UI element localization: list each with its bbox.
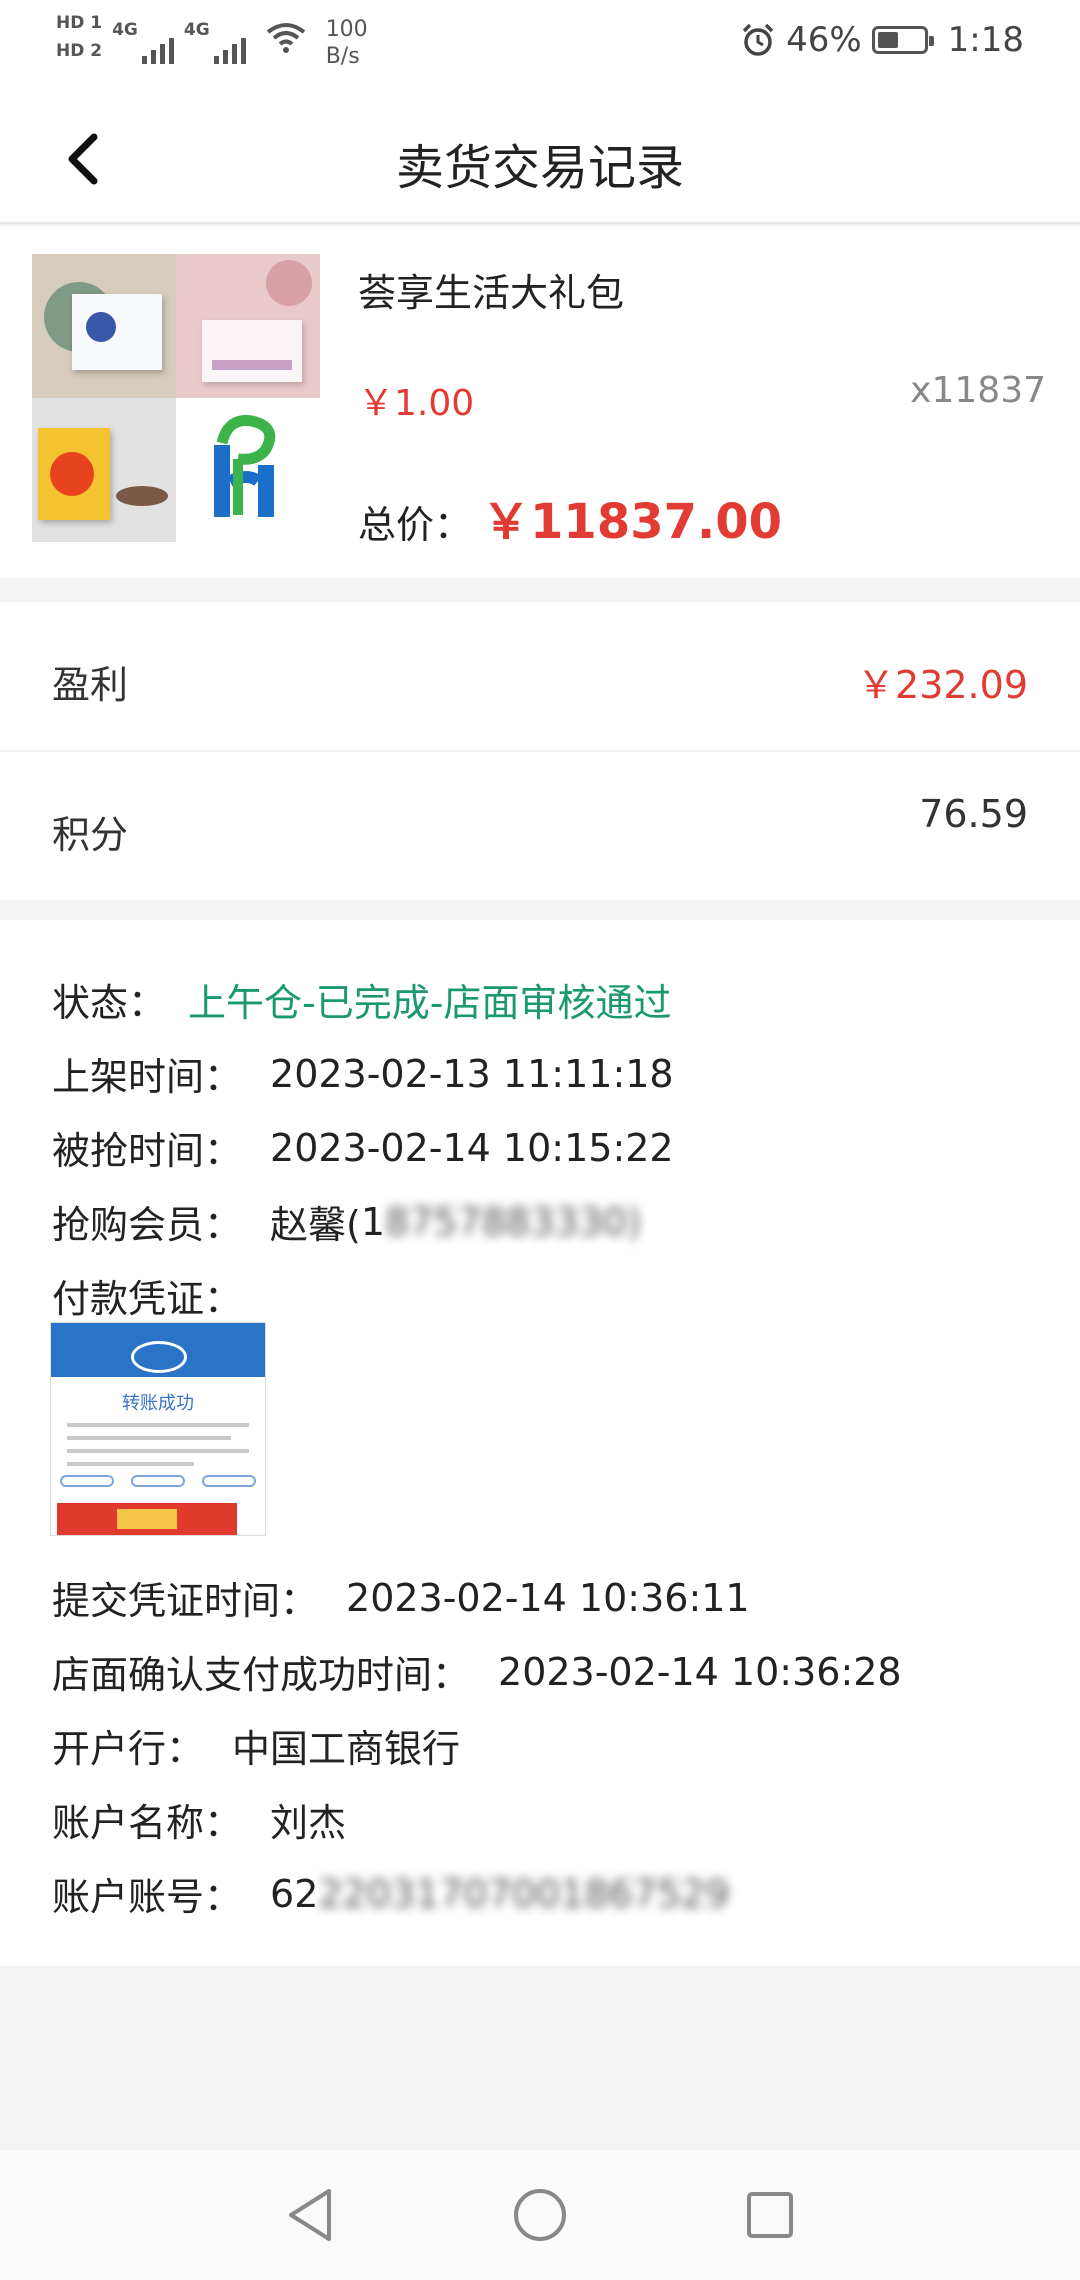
status-line: 状态： 上午仓-已完成-店面审核通过	[52, 972, 671, 1027]
square-recent-icon	[747, 2192, 793, 2238]
product-image-tile	[176, 254, 320, 398]
points-row: 积分 76.59	[0, 752, 1080, 900]
system-navigation-bar	[0, 2150, 1080, 2280]
quantity: x11837	[910, 370, 1046, 411]
status-label: 状态：	[52, 981, 167, 1025]
bank-line: 开户行： 中国工商银行	[52, 1718, 460, 1773]
confirm-time-line: 店面确认支付成功时间： 2023-02-14 10:36:28	[52, 1644, 902, 1699]
brand-logo-icon	[176, 398, 320, 542]
clock: 1:18	[947, 20, 1024, 60]
voucher-success-text: 转账成功	[122, 1393, 194, 1414]
screen: HD 1 HD 2 4G 4G 100 B/s 46% 1:18 卖货交易记录 …	[0, 0, 1080, 2280]
order-details: 状态： 上午仓-已完成-店面审核通过 上架时间： 2023-02-13 11:1…	[0, 920, 1080, 1966]
account-name-line: 账户名称： 刘杰	[52, 1792, 346, 1847]
circle-home-icon	[514, 2189, 566, 2241]
network-type-1: 4G	[112, 20, 138, 40]
points-value: 76.59	[919, 792, 1028, 836]
account-name-value: 刘杰	[270, 1801, 347, 1845]
grabbed-time-line: 被抢时间： 2023-02-14 10:15:22	[52, 1120, 674, 1175]
bank-label: 开户行：	[52, 1727, 205, 1771]
account-number-blurred: 22031707001867529	[318, 1871, 730, 1916]
signal-bars-icon	[141, 38, 174, 64]
profit-label: 盈利	[52, 663, 129, 707]
product-image-tile	[32, 254, 176, 398]
product-card[interactable]: 荟享生活大礼包 ￥1.00 x11837 总价： ￥11837.00	[0, 226, 1080, 578]
network-type-2: 4G	[183, 20, 210, 40]
alarm-icon	[742, 23, 774, 56]
speed-unit: B/s	[325, 44, 360, 69]
status-bar-right: 46% 1:18	[740, 20, 1024, 60]
sim-indicators: HD 1 HD 2	[56, 14, 102, 60]
network-speed: 100 B/s	[326, 16, 368, 70]
total-price-row: 总价： ￥11837.00	[358, 482, 782, 552]
voucher-text-lines	[67, 1423, 249, 1466]
profit-value: ￥232.09	[857, 663, 1028, 707]
submit-time-value: 2023-02-14 10:36:11	[346, 1575, 750, 1620]
sim2-label: HD 2	[56, 41, 103, 61]
voucher-buttons	[51, 1475, 265, 1487]
total-price-value: ￥11837.00	[482, 494, 783, 550]
battery-level	[877, 32, 898, 48]
listed-time-label: 上架时间：	[52, 1055, 243, 1099]
nav-home-button[interactable]	[500, 2175, 580, 2255]
grabbed-time-value: 2023-02-14 10:15:22	[270, 1125, 674, 1170]
points-label: 积分	[52, 813, 129, 857]
voucher-label-line: 付款凭证：	[52, 1268, 242, 1323]
account-number-label: 账户账号：	[52, 1875, 243, 1919]
member-line: 抢购会员： 赵馨( 1 8757883330)	[52, 1194, 642, 1249]
signal-bars-icon	[213, 38, 246, 64]
sim1-label: HD 1	[56, 13, 103, 33]
product-name: 荟享生活大礼包	[358, 271, 625, 315]
submit-time-label: 提交凭证时间：	[52, 1579, 319, 1623]
product-image	[32, 254, 320, 542]
voucher-ad-banner	[57, 1503, 237, 1535]
submit-time-line: 提交凭证时间： 2023-02-14 10:36:11	[52, 1570, 750, 1625]
speed-value: 100	[325, 17, 368, 42]
status-bar-left: HD 1 HD 2 4G 4G 100 B/s	[56, 14, 368, 70]
bank-value: 中国工商银行	[232, 1727, 461, 1771]
member-label: 抢购会员：	[52, 1203, 243, 1247]
listed-time-line: 上架时间： 2023-02-13 11:11:18	[52, 1046, 674, 1101]
member-phone-blurred: 8757883330)	[385, 1199, 642, 1244]
status-bar: HD 1 HD 2 4G 4G 100 B/s 46% 1:18	[0, 0, 1080, 96]
status-value: 上午仓-已完成-店面审核通过	[188, 981, 672, 1025]
profit-row: 盈利 ￥232.09	[0, 602, 1080, 750]
nav-back-button[interactable]	[270, 2175, 350, 2255]
wifi-icon	[266, 23, 305, 53]
grabbed-time-label: 被抢时间：	[52, 1129, 243, 1173]
product-image-tile	[32, 398, 176, 542]
signal-1: 4G	[112, 20, 174, 64]
total-price-label: 总价：	[358, 503, 473, 547]
nav-recent-button[interactable]	[730, 2175, 810, 2255]
member-phone-prefix: 1	[360, 1199, 386, 1244]
account-number-prefix: 62	[270, 1871, 319, 1916]
confirm-time-label: 店面确认支付成功时间：	[52, 1653, 471, 1697]
listed-time-value: 2023-02-13 11:11:18	[270, 1051, 674, 1096]
account-number-line: 账户账号： 62 22031707001867529	[52, 1866, 729, 1921]
battery-percent: 46%	[786, 20, 862, 60]
bank-logo-icon	[131, 1341, 187, 1373]
page-title: 卖货交易记录	[395, 140, 684, 196]
account-name-label: 账户名称：	[52, 1801, 243, 1845]
payment-voucher-image[interactable]: 转账成功	[50, 1322, 266, 1536]
battery-icon	[871, 26, 934, 54]
triangle-back-icon	[289, 2189, 331, 2241]
app-header: 卖货交易记录	[0, 96, 1080, 224]
unit-price: ￥1.00	[358, 383, 475, 424]
signal-2: 4G	[184, 20, 246, 64]
member-name: 赵馨(	[270, 1203, 361, 1247]
voucher-header	[51, 1323, 265, 1377]
confirm-time-value: 2023-02-14 10:36:28	[498, 1649, 902, 1694]
voucher-label: 付款凭证：	[52, 1277, 243, 1321]
